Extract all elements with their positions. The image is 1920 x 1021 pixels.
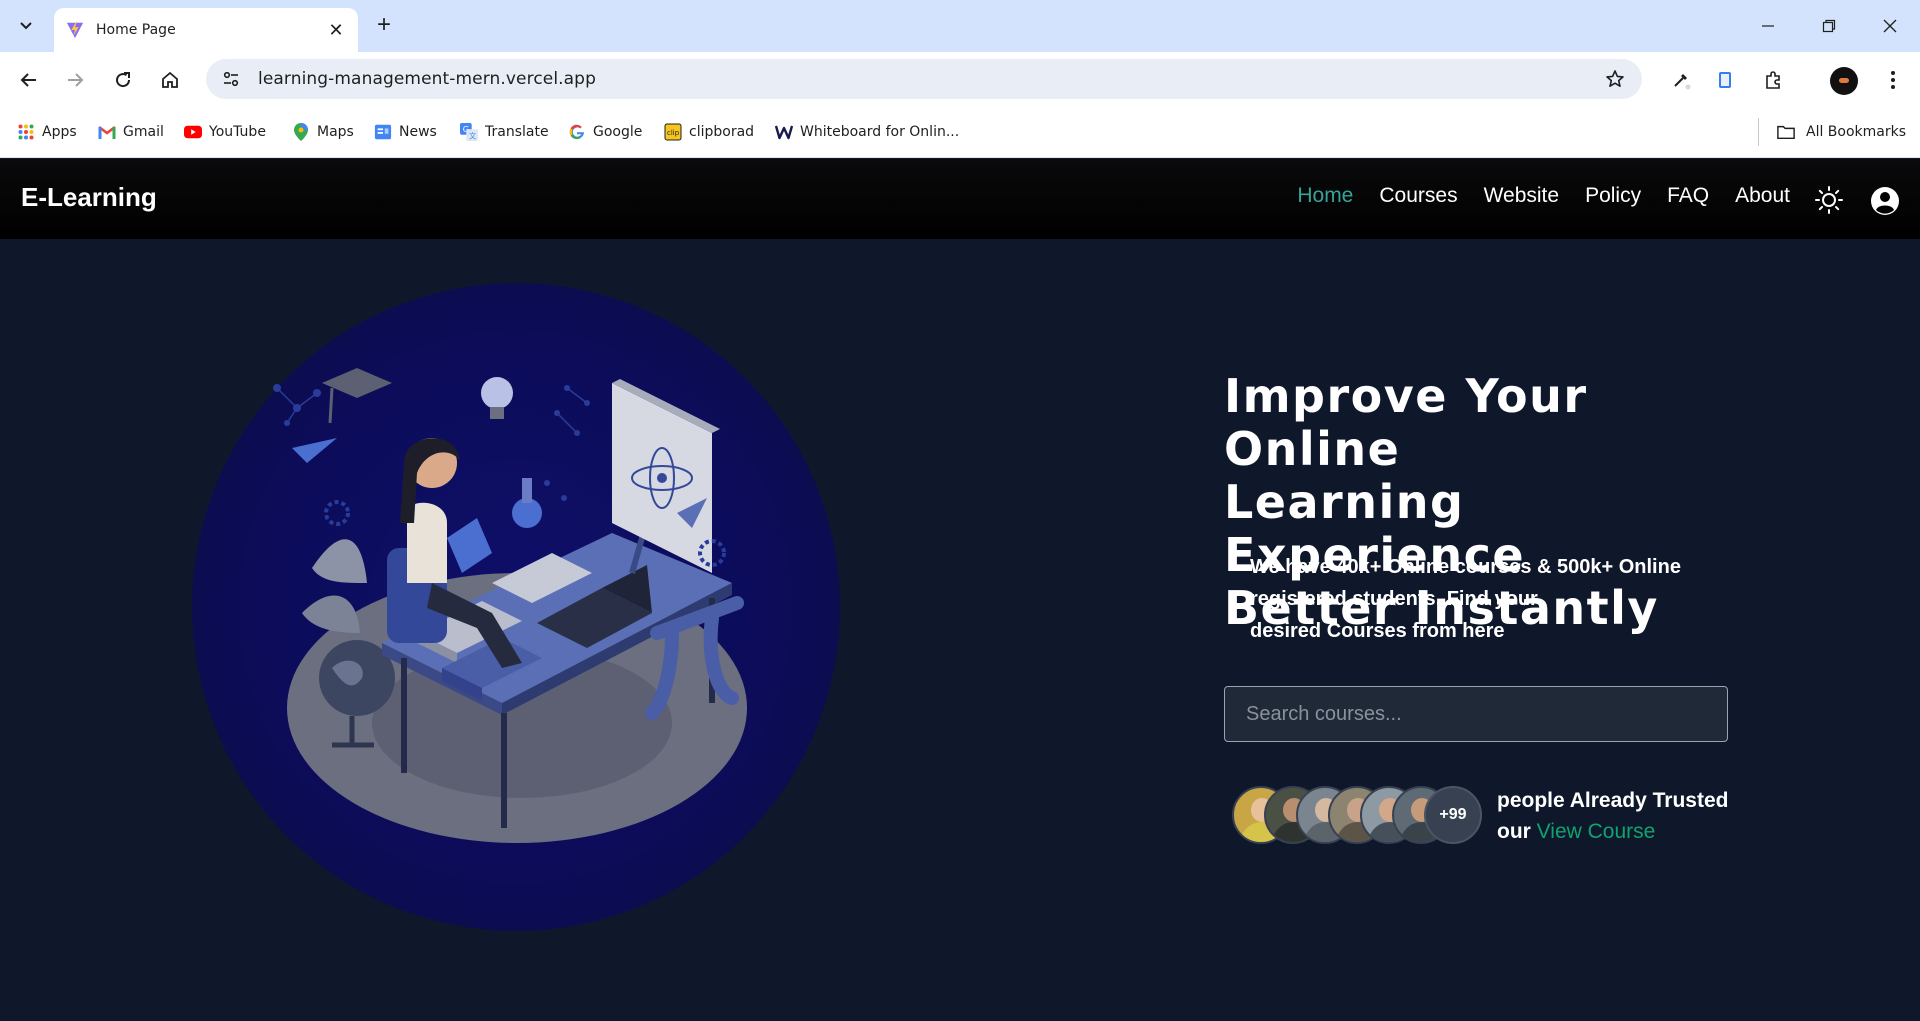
vite-favicon-icon	[66, 21, 84, 39]
site-navbar: E-Learning Home Courses Website Policy F…	[0, 159, 1920, 239]
home-button[interactable]	[154, 64, 186, 96]
browser-tab[interactable]: Home Page ✕	[54, 8, 358, 52]
site-brand[interactable]: E-Learning	[21, 182, 157, 213]
bookmark-label: Maps	[317, 124, 354, 140]
browser-toolbar: learning-management-mern.vercel.app	[0, 52, 1920, 106]
bookmark-clipborad[interactable]: clip clipborad	[664, 120, 754, 144]
course-search-input[interactable]	[1224, 686, 1728, 742]
svg-text:clip: clip	[667, 129, 680, 137]
minimize-icon	[1762, 25, 1774, 27]
site-info-button[interactable]	[214, 62, 248, 96]
folder-icon	[1777, 123, 1795, 141]
restore-button[interactable]	[1809, 10, 1849, 42]
bookmark-youtube[interactable]: YouTube	[184, 120, 266, 144]
svg-text:文: 文	[469, 131, 476, 140]
puzzle-icon	[1766, 71, 1780, 89]
tune-icon	[223, 71, 239, 87]
view-course-link[interactable]: View Course	[1537, 820, 1656, 843]
nav-policy[interactable]: Policy	[1585, 184, 1641, 208]
nav-faq[interactable]: FAQ	[1667, 184, 1709, 208]
maps-icon	[292, 123, 310, 141]
home-icon	[162, 71, 178, 88]
user-account-icon[interactable]	[1870, 186, 1900, 216]
google-icon	[568, 123, 586, 141]
student-desk-illustration	[273, 368, 747, 843]
hero-subtext-line: desired Courses from here	[1250, 620, 1505, 642]
address-bar[interactable]: learning-management-mern.vercel.app	[206, 59, 1642, 99]
eyedropper-extension-button[interactable]	[1665, 64, 1697, 96]
minimize-button[interactable]	[1748, 10, 1788, 42]
tablet-icon	[1719, 72, 1731, 88]
menu-button[interactable]	[1877, 64, 1909, 96]
trust-text: people Already Trusted our View Course	[1497, 785, 1757, 847]
bookmark-label: Apps	[42, 124, 77, 140]
bookmark-maps[interactable]: Maps	[292, 120, 354, 144]
sun-theme-toggle-icon[interactable]	[1815, 186, 1843, 214]
clip-icon: clip	[664, 123, 682, 141]
sidepanel-extension-button[interactable]	[1709, 64, 1741, 96]
tab-strip: Home Page ✕ +	[0, 0, 1920, 52]
reload-button[interactable]	[107, 64, 139, 96]
nav-courses[interactable]: Courses	[1379, 184, 1457, 208]
bookmark-label: News	[399, 124, 437, 140]
hero-headline-line: Improve Your Online	[1224, 369, 1588, 476]
bookmark-whiteboard[interactable]: Whiteboard for Onlin...	[775, 120, 959, 144]
bookmark-translate[interactable]: G文 Translate	[460, 120, 549, 144]
hero-subtext-line: We have 40k+ Online courses & 500k+ Onli…	[1250, 556, 1681, 578]
bookmark-label: clipborad	[689, 124, 755, 140]
news-icon	[374, 123, 392, 141]
all-bookmarks-button[interactable]: All Bookmarks	[1777, 120, 1906, 144]
url-text[interactable]: learning-management-mern.vercel.app	[258, 69, 1598, 89]
back-button[interactable]	[13, 64, 45, 96]
bookmark-star-button[interactable]	[1598, 62, 1632, 96]
page-viewport: E-Learning Home Courses Website Policy F…	[0, 159, 1920, 1021]
chevron-down-icon	[20, 22, 32, 30]
star-icon	[1606, 70, 1624, 87]
bookmarks-bar: Apps Gmail YouTube Maps News G文 Translat…	[0, 106, 1920, 158]
apps-grid-icon	[17, 123, 35, 141]
avatar-more-count: +99	[1424, 786, 1482, 844]
new-tab-button[interactable]: +	[370, 12, 398, 40]
bookmark-label: Gmail	[123, 124, 164, 140]
bookmark-google[interactable]: Google	[568, 120, 642, 144]
trusted-users-avatars: +99	[1232, 786, 1482, 844]
site-nav-links: Home Courses Website Policy FAQ About	[1297, 184, 1790, 208]
profile-avatar[interactable]	[1830, 67, 1858, 95]
bookmark-label: Whiteboard for Onlin...	[800, 124, 960, 140]
tab-close-icon[interactable]: ✕	[326, 20, 346, 41]
tab-search-button[interactable]	[8, 10, 44, 42]
bookmark-label: Google	[593, 124, 643, 140]
bookmarks-divider	[1758, 118, 1759, 146]
whiteboard-icon	[775, 123, 793, 141]
nav-about[interactable]: About	[1735, 184, 1790, 208]
translate-icon: G文	[460, 123, 478, 141]
arrow-right-icon	[68, 73, 84, 87]
bookmark-apps[interactable]: Apps	[17, 120, 77, 144]
tab-title: Home Page	[96, 22, 176, 38]
hero-subtext: We have 40k+ Online courses & 500k+ Onli…	[1250, 551, 1730, 647]
eyedropper-icon	[1674, 74, 1691, 90]
restore-icon	[1822, 19, 1836, 33]
all-bookmarks-label: All Bookmarks	[1806, 124, 1907, 140]
bookmark-label: Translate	[485, 124, 549, 140]
hero-subtext-line: registered students. Find your	[1250, 588, 1538, 610]
forward-button[interactable]	[59, 64, 91, 96]
close-window-button[interactable]	[1870, 10, 1910, 42]
nav-home[interactable]: Home	[1297, 184, 1353, 208]
extensions-button[interactable]	[1757, 64, 1789, 96]
nav-website[interactable]: Website	[1484, 184, 1559, 208]
bookmark-label: YouTube	[209, 124, 266, 140]
kebab-menu-icon	[1891, 71, 1895, 89]
gmail-icon	[98, 123, 116, 141]
bookmark-gmail[interactable]: Gmail	[98, 120, 164, 144]
youtube-icon	[184, 123, 202, 141]
reload-icon	[116, 72, 131, 88]
arrow-left-icon	[20, 73, 36, 87]
bookmark-news[interactable]: News	[374, 120, 437, 144]
close-icon	[1883, 19, 1897, 33]
